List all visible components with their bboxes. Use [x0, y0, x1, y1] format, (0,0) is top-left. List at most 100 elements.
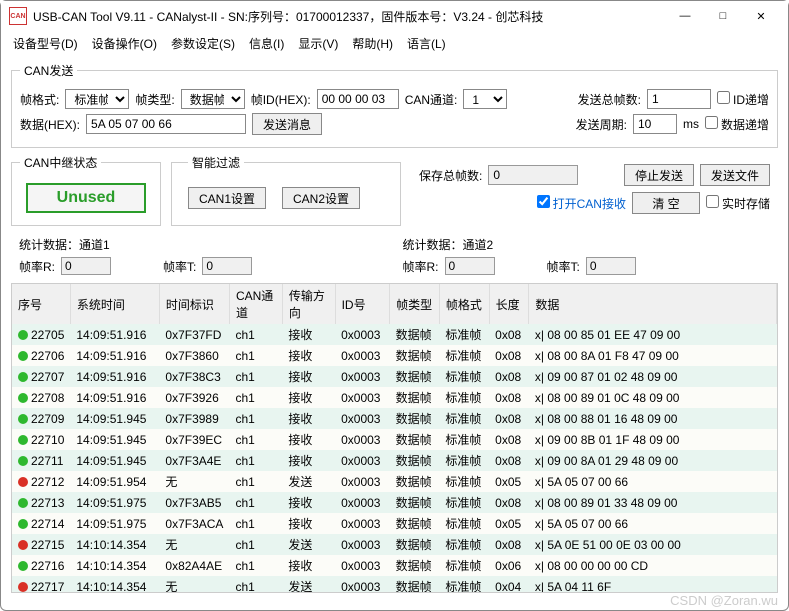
can-relay-group: CAN中继状态 Unused	[11, 154, 161, 226]
menu-device-op[interactable]: 设备操作(O)	[92, 35, 157, 52]
frame-id-label: 帧ID(HEX):	[251, 91, 311, 108]
id-inc-checkbox[interactable]	[717, 91, 730, 104]
cell: 数据帧	[390, 534, 440, 555]
col-header[interactable]: CAN通道	[229, 284, 282, 324]
cell: 0x06	[489, 555, 529, 576]
cell: 0x7F3ACA	[159, 513, 229, 534]
cell: 0x04	[489, 576, 529, 593]
can1-settings-button[interactable]: CAN1设置	[188, 187, 266, 209]
cell: x| 5A 05 07 00 66	[529, 513, 777, 534]
cell: 0x82A4AE	[159, 555, 229, 576]
send-period-input[interactable]	[633, 114, 677, 134]
id-inc-checkbox-label[interactable]: ID递增	[717, 91, 769, 108]
cell: ch1	[229, 555, 282, 576]
table-row[interactable]: 2270614:09:51.9160x7F3860ch1接收0x0003数据帧标…	[12, 345, 777, 366]
table-row[interactable]: 2270814:09:51.9160x7F3926ch1接收0x0003数据帧标…	[12, 387, 777, 408]
table-row[interactable]: 2271014:09:51.9450x7F39ECch1接收0x0003数据帧标…	[12, 429, 777, 450]
cell: 0x08	[489, 534, 529, 555]
col-header[interactable]: 数据	[529, 284, 777, 324]
cell: ch1	[229, 324, 282, 345]
menu-info[interactable]: 信息(I)	[249, 35, 284, 52]
col-header[interactable]: 时间标识	[159, 284, 229, 324]
minimize-button[interactable]: —	[666, 2, 704, 30]
cell: 22712	[12, 471, 70, 492]
col-header[interactable]: 帧格式	[439, 284, 489, 324]
table-row[interactable]: 2271214:09:51.954无ch1发送0x0003数据帧标准帧0x05x…	[12, 471, 777, 492]
open-rx-checkbox[interactable]	[537, 195, 550, 208]
maximize-button[interactable]: □	[704, 2, 742, 30]
table-row[interactable]: 2271114:09:51.9450x7F3A4Ech1接收0x0003数据帧标…	[12, 450, 777, 471]
unused-button[interactable]: Unused	[26, 183, 146, 213]
ch2-rate-t-value: 0	[586, 257, 636, 275]
table-row[interactable]: 2271614:10:14.3540x82A4AEch1接收0x0003数据帧标…	[12, 555, 777, 576]
menu-device-type[interactable]: 设备型号(D)	[13, 35, 78, 52]
menubar: 设备型号(D) 设备操作(O) 参数设定(S) 信息(I) 显示(V) 帮助(H…	[1, 31, 788, 56]
col-header[interactable]: ID号	[335, 284, 390, 324]
cell: 标准帧	[439, 555, 489, 576]
cell: ch1	[229, 408, 282, 429]
frame-format-select[interactable]: 标准帧	[65, 89, 129, 109]
menu-param[interactable]: 参数设定(S)	[171, 35, 235, 52]
cell: ch1	[229, 513, 282, 534]
menu-display[interactable]: 显示(V)	[298, 35, 338, 52]
cell: ch1	[229, 345, 282, 366]
cell: 0x7F39EC	[159, 429, 229, 450]
stats-ch1-label: 统计数据：通道1	[19, 236, 387, 253]
table-row[interactable]: 2271514:10:14.354无ch1发送0x0003数据帧标准帧0x08x…	[12, 534, 777, 555]
cell: 标准帧	[439, 492, 489, 513]
realtime-checkbox-label[interactable]: 实时存储	[706, 195, 770, 212]
cell: 14:10:14.354	[70, 534, 159, 555]
status-dot-icon	[18, 519, 28, 529]
cell: 标准帧	[439, 387, 489, 408]
cell: 22708	[12, 387, 70, 408]
cell: 0x08	[489, 492, 529, 513]
cell: x| 08 00 85 01 EE 47 09 00	[529, 324, 777, 345]
table-row[interactable]: 2270714:09:51.9160x7F38C3ch1接收0x0003数据帧标…	[12, 366, 777, 387]
send-total-input[interactable]	[647, 89, 711, 109]
open-rx-checkbox-label[interactable]: 打开CAN接收	[537, 195, 626, 212]
cell: 无	[159, 534, 229, 555]
cell: 22710	[12, 429, 70, 450]
cell: 14:09:51.975	[70, 513, 159, 534]
data-inc-checkbox-label[interactable]: 数据递增	[705, 116, 769, 133]
cell: 0x08	[489, 366, 529, 387]
can-send-legend: CAN发送	[20, 62, 77, 79]
status-dot-icon	[18, 540, 28, 550]
table-row[interactable]: 2271714:10:14.354无ch1发送0x0003数据帧标准帧0x04x…	[12, 576, 777, 593]
table-row[interactable]: 2271414:09:51.9750x7F3ACAch1接收0x0003数据帧标…	[12, 513, 777, 534]
close-button[interactable]: ✕	[742, 2, 780, 30]
table-row[interactable]: 2270514:09:51.9160x7F37FDch1接收0x0003数据帧标…	[12, 324, 777, 345]
cell: 0x7F3989	[159, 408, 229, 429]
frame-type-select[interactable]: 数据帧	[181, 89, 245, 109]
clear-button[interactable]: 清 空	[632, 192, 700, 214]
titlebar: CAN USB-CAN Tool V9.11 - CANalyst-II - S…	[1, 1, 788, 31]
menu-language[interactable]: 语言(L)	[407, 35, 446, 52]
status-dot-icon	[18, 414, 28, 424]
send-file-button[interactable]: 发送文件	[700, 164, 770, 186]
cell: 0x0003	[335, 555, 390, 576]
table-row[interactable]: 2271314:09:51.9750x7F3AB5ch1接收0x0003数据帧标…	[12, 492, 777, 513]
cell: 标准帧	[439, 429, 489, 450]
menu-help[interactable]: 帮助(H)	[352, 35, 393, 52]
realtime-checkbox[interactable]	[706, 195, 719, 208]
stop-send-button[interactable]: 停止发送	[624, 164, 694, 186]
frame-type-label: 帧类型:	[135, 91, 174, 108]
channel-select[interactable]: 1	[463, 89, 507, 109]
data-inc-checkbox[interactable]	[705, 116, 718, 129]
cell: ch1	[229, 387, 282, 408]
cell: 22713	[12, 492, 70, 513]
cell: x| 5A 0E 51 00 0E 03 00 00	[529, 534, 777, 555]
frame-id-input[interactable]	[317, 89, 399, 109]
col-header[interactable]: 序号	[12, 284, 70, 324]
col-header[interactable]: 系统时间	[70, 284, 159, 324]
ch1-rate-t-value: 0	[202, 257, 252, 275]
send-message-button[interactable]: 发送消息	[252, 113, 322, 135]
table-row[interactable]: 2270914:09:51.9450x7F3989ch1接收0x0003数据帧标…	[12, 408, 777, 429]
col-header[interactable]: 帧类型	[390, 284, 440, 324]
col-header[interactable]: 长度	[489, 284, 529, 324]
col-header[interactable]: 传输方向	[282, 284, 335, 324]
ch2-rate-t-label: 帧率T:	[547, 258, 580, 275]
data-hex-input[interactable]	[86, 114, 246, 134]
can2-settings-button[interactable]: CAN2设置	[282, 187, 360, 209]
cell: ch1	[229, 471, 282, 492]
